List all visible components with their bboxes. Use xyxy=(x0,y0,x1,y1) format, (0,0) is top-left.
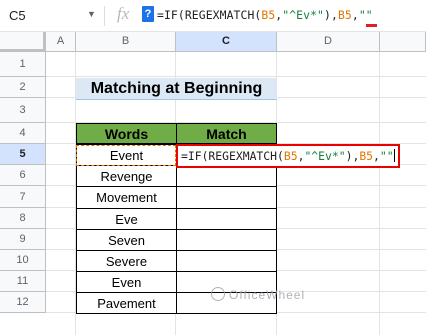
row-header-4[interactable]: 4 xyxy=(0,123,46,144)
formula-token: ), xyxy=(345,149,360,163)
gridline xyxy=(379,52,380,335)
column-header-d[interactable]: D xyxy=(277,32,380,52)
word-cell[interactable]: Eve xyxy=(76,208,177,230)
fx-icon: fx xyxy=(117,4,130,23)
row-header-1[interactable]: 1 xyxy=(0,52,46,77)
row-header-10[interactable]: 10 xyxy=(0,250,46,271)
gridline xyxy=(46,76,426,77)
match-cell[interactable] xyxy=(176,208,277,230)
formula-token: "" xyxy=(358,8,373,22)
word-cell[interactable]: Revenge xyxy=(76,165,177,187)
formula-token: =IF(REGEXMATCH( xyxy=(181,149,284,163)
row-header-5[interactable]: 5 xyxy=(0,144,46,165)
row-header-9[interactable]: 9 xyxy=(0,229,46,250)
row-header-2[interactable]: 2 xyxy=(0,77,46,98)
word-cell[interactable]: Seven xyxy=(76,229,177,251)
match-cell[interactable] xyxy=(176,186,277,209)
word-cell[interactable]: Movement xyxy=(76,186,177,209)
row-header-12[interactable]: 12 xyxy=(0,292,46,313)
cell-formula-text[interactable]: =IF(REGEXMATCH(B5,"^Ev*"),B5,"" xyxy=(181,149,395,163)
formula-token: B5 xyxy=(261,8,276,22)
logo-icon xyxy=(211,287,225,301)
word-cell[interactable]: Even xyxy=(76,271,177,293)
formula-token: B5 xyxy=(337,8,352,22)
name-box[interactable]: C5 ▼ xyxy=(0,0,104,31)
header-words[interactable]: Words xyxy=(76,123,177,144)
match-cell[interactable] xyxy=(176,250,277,272)
watermark: OfficeWheel xyxy=(211,287,305,302)
active-cell-editor[interactable]: =IF(REGEXMATCH(B5,"^Ev*"),B5,"" xyxy=(176,144,400,168)
word-cell[interactable]: Pavement xyxy=(76,292,177,314)
formula-token: ), xyxy=(324,8,338,22)
formula-bar-divider xyxy=(104,6,105,26)
column-header-a[interactable]: A xyxy=(46,32,76,52)
word-cell[interactable]: Severe xyxy=(76,250,177,272)
row-header-7[interactable]: 7 xyxy=(0,186,46,208)
error-underline xyxy=(366,24,377,27)
formula-bar: C5 ▼ fx ? =IF(REGEXMATCH(B5,"^Ev*"),B5,"… xyxy=(0,0,426,32)
chevron-down-icon[interactable]: ▼ xyxy=(87,9,96,19)
formula-token: "" xyxy=(379,149,394,163)
formula-token: "^Ev*" xyxy=(282,8,325,22)
column-header-e[interactable] xyxy=(380,32,426,52)
header-match[interactable]: Match xyxy=(176,123,277,144)
row-header-11[interactable]: 11 xyxy=(0,271,46,292)
match-cell[interactable] xyxy=(176,165,277,187)
formula-token: B5 xyxy=(359,149,374,163)
formula-token: "^Ev*" xyxy=(304,149,346,163)
watermark-text: OfficeWheel xyxy=(229,288,306,302)
row-header-3[interactable]: 3 xyxy=(0,98,46,123)
word-cell[interactable]: Event xyxy=(76,144,177,166)
match-cell[interactable] xyxy=(176,229,277,251)
formula-token: , xyxy=(351,8,359,22)
formula-token: B5 xyxy=(283,149,298,163)
formula-input[interactable]: =IF(REGEXMATCH(B5,"^Ev*"),B5,"" xyxy=(157,8,373,22)
row-header-8[interactable]: 8 xyxy=(0,208,46,229)
column-header-b[interactable]: B xyxy=(76,32,176,52)
title-cell[interactable]: Matching at Beginning xyxy=(76,78,277,100)
text-cursor xyxy=(393,149,395,162)
select-all-corner[interactable] xyxy=(0,32,46,52)
help-icon[interactable]: ? xyxy=(142,6,154,22)
row-header-6[interactable]: 6 xyxy=(0,165,46,186)
name-box-value: C5 xyxy=(9,8,26,23)
column-header-c[interactable]: C xyxy=(176,32,277,52)
formula-token: , xyxy=(373,149,380,163)
formula-token: =IF(REGEXMATCH( xyxy=(157,8,262,22)
